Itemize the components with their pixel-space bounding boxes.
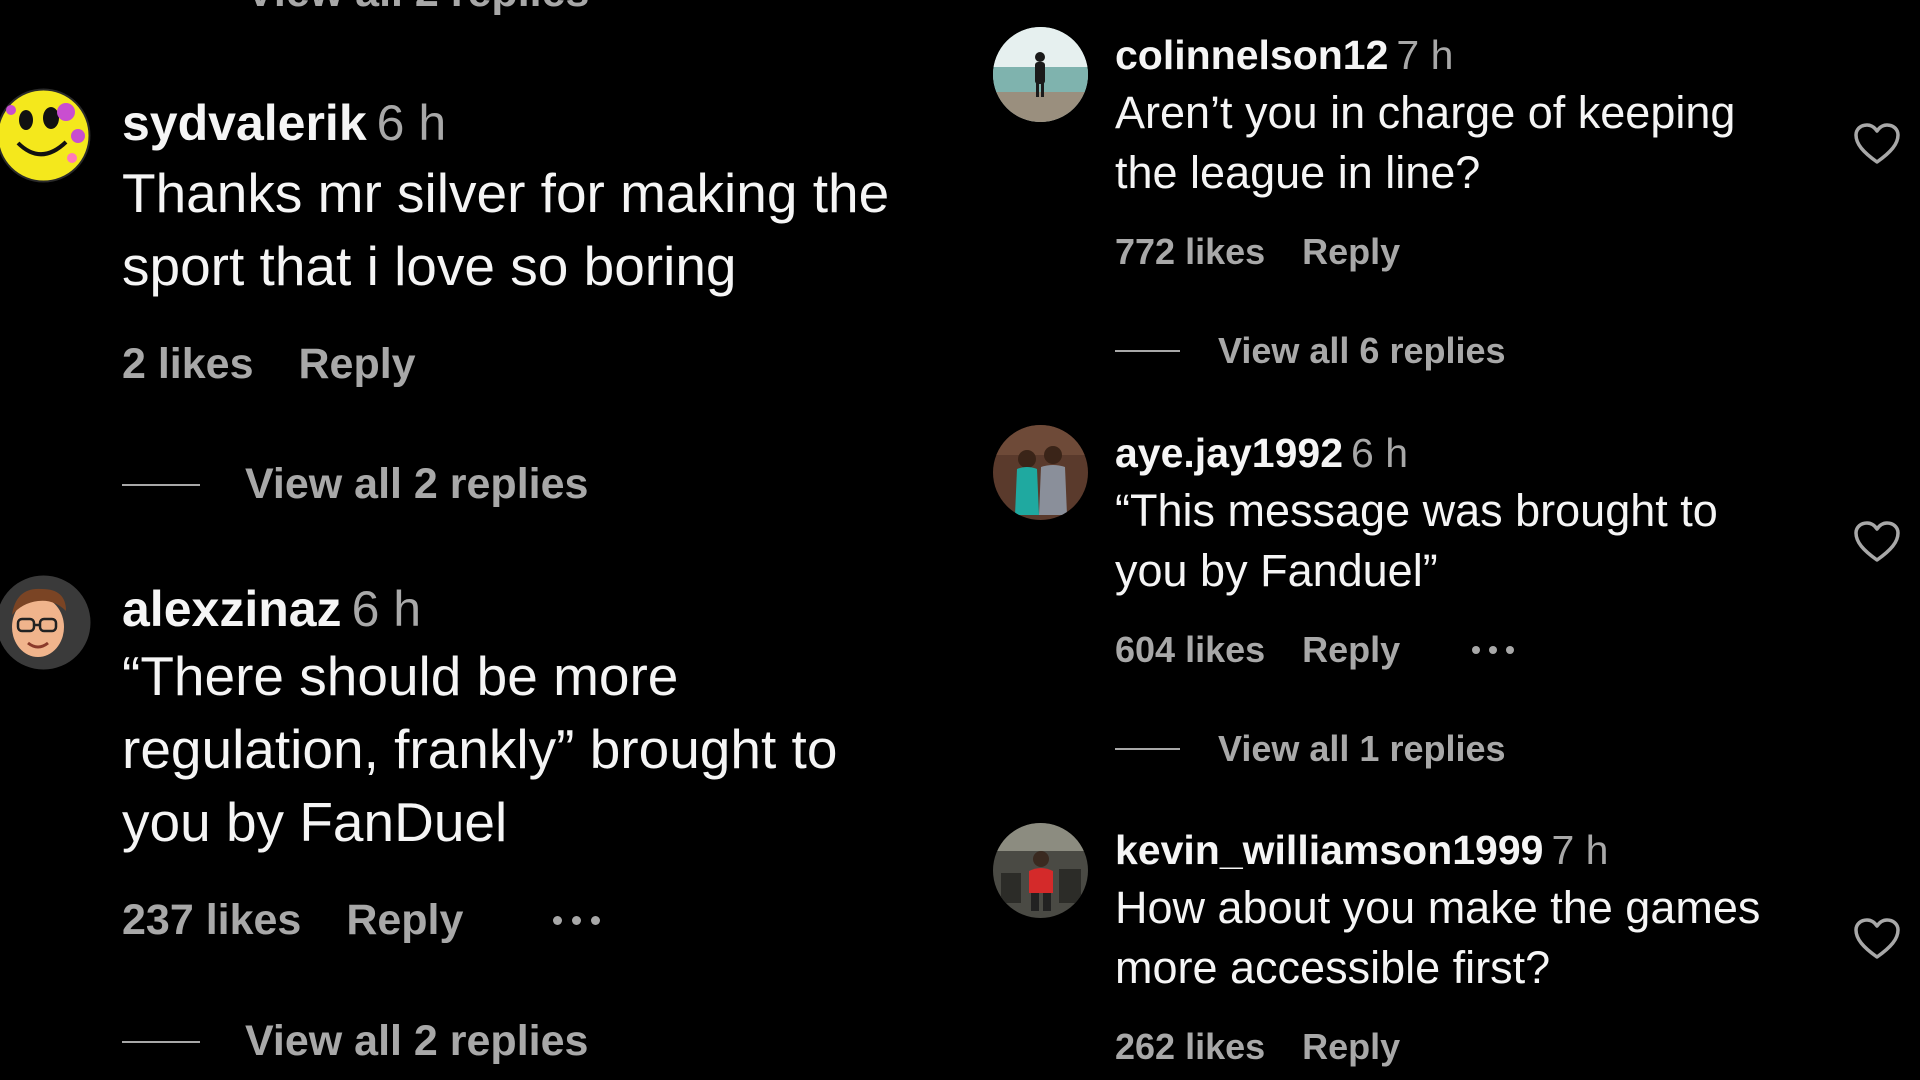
comment-line: more accessible first? bbox=[1115, 942, 1551, 993]
comment-line: regulation, frankly” brought to bbox=[122, 718, 838, 780]
reply-button[interactable]: Reply bbox=[299, 340, 416, 389]
likes-count[interactable]: 604 likes bbox=[1115, 629, 1265, 671]
smiley-face-avatar-icon bbox=[0, 88, 91, 183]
view-replies-link[interactable]: View all 6 replies bbox=[1115, 330, 1506, 372]
avatar[interactable] bbox=[0, 575, 91, 670]
view-replies-link[interactable]: View all 2 replies bbox=[122, 460, 588, 509]
comment-actions: 237 likes Reply bbox=[122, 896, 601, 945]
comment-text: How about you make the games more access… bbox=[1115, 878, 1835, 998]
comment-line: Thanks mr silver for making the bbox=[122, 162, 890, 224]
comment-header: colinnelson12 7 h bbox=[1115, 35, 1453, 76]
view-replies-label: View all 6 replies bbox=[1218, 330, 1506, 371]
comment-line: sport that i love so boring bbox=[122, 235, 737, 297]
reply-button[interactable]: Reply bbox=[346, 896, 463, 945]
view-replies-label: View all 2 replies bbox=[245, 1017, 589, 1065]
username[interactable]: sydvalerik bbox=[122, 95, 367, 151]
comments-screen: View all 2 replies sydvalerik6 h bbox=[0, 0, 1920, 1080]
username[interactable]: alexzinaz bbox=[122, 581, 342, 637]
comment-text: “This message was brought to you by Fand… bbox=[1115, 481, 1835, 601]
timestamp: 6 h bbox=[1351, 430, 1409, 476]
like-heart-icon[interactable] bbox=[1853, 520, 1901, 564]
likes-count[interactable]: 262 likes bbox=[1115, 1026, 1265, 1068]
like-heart-icon[interactable] bbox=[1853, 122, 1901, 166]
more-options-icon[interactable] bbox=[1472, 646, 1515, 654]
comment-line: “There should be more bbox=[122, 645, 679, 707]
reply-button[interactable]: Reply bbox=[1302, 1026, 1400, 1068]
comment-text: Thanks mr silver for making the sport th… bbox=[122, 157, 982, 303]
likes-count[interactable]: 772 likes bbox=[1115, 231, 1265, 273]
view-replies-label: View all 1 replies bbox=[1218, 728, 1506, 769]
comment-text: Aren’t you in charge of keeping the leag… bbox=[1115, 83, 1835, 203]
comment-line: “This message was brought to bbox=[1115, 485, 1718, 536]
person-by-water-avatar-icon bbox=[993, 27, 1088, 122]
timestamp: 6 h bbox=[351, 581, 422, 637]
view-replies-link[interactable]: View all 1 replies bbox=[1115, 728, 1506, 770]
comment-header: alexzinaz 6 h bbox=[122, 584, 421, 634]
view-replies-link[interactable]: View all 2 replies bbox=[122, 1017, 588, 1066]
divider-line bbox=[1115, 748, 1180, 750]
comment-header: kevin_williamson1999 7 h bbox=[1115, 830, 1608, 871]
comment-actions: 2 likes Reply bbox=[122, 340, 416, 389]
comment-line: you by FanDuel bbox=[122, 791, 508, 853]
comment-line: you by Fanduel” bbox=[1115, 545, 1438, 596]
comment-line: How about you make the games bbox=[1115, 882, 1761, 933]
comment-header: aye.jay1992 6 h bbox=[1115, 433, 1408, 474]
likes-count[interactable]: 2 likes bbox=[122, 340, 254, 389]
avatar[interactable] bbox=[993, 27, 1088, 122]
comment-line: Aren’t you in charge of keeping bbox=[1115, 87, 1736, 138]
gym-photo-avatar-icon bbox=[993, 823, 1088, 918]
couple-photo-avatar-icon bbox=[993, 425, 1088, 520]
avatar[interactable] bbox=[993, 823, 1088, 918]
reply-button[interactable]: Reply bbox=[1302, 629, 1400, 671]
more-options-icon[interactable] bbox=[553, 916, 601, 925]
avatar[interactable] bbox=[993, 425, 1088, 520]
reply-button[interactable]: Reply bbox=[1302, 231, 1400, 273]
comment-line: the league in line? bbox=[1115, 147, 1481, 198]
view-replies-label: View all 2 replies bbox=[245, 460, 589, 508]
comment-actions: 772 likes Reply bbox=[1115, 231, 1400, 273]
comment-actions: 262 likes Reply bbox=[1115, 1026, 1400, 1068]
comment-text: “There should be more regulation, frankl… bbox=[122, 640, 982, 859]
timestamp: 6 h bbox=[376, 95, 447, 151]
like-heart-icon[interactable] bbox=[1853, 917, 1901, 961]
view-replies-link-top[interactable]: View all 2 replies bbox=[246, 0, 589, 17]
avatar[interactable] bbox=[0, 88, 91, 183]
likes-count[interactable]: 237 likes bbox=[122, 896, 301, 945]
comment-actions: 604 likes Reply bbox=[1115, 629, 1515, 671]
username[interactable]: kevin_williamson1999 bbox=[1115, 827, 1543, 873]
comment-header: sydvalerik 6 h bbox=[122, 98, 446, 148]
memoji-glasses-avatar-icon bbox=[0, 575, 91, 670]
divider-line bbox=[122, 1040, 200, 1043]
timestamp: 7 h bbox=[1551, 827, 1609, 873]
timestamp: 7 h bbox=[1396, 32, 1454, 78]
username[interactable]: colinnelson12 bbox=[1115, 32, 1388, 78]
divider-line bbox=[1115, 350, 1180, 352]
divider-line bbox=[122, 483, 200, 486]
username[interactable]: aye.jay1992 bbox=[1115, 430, 1343, 476]
